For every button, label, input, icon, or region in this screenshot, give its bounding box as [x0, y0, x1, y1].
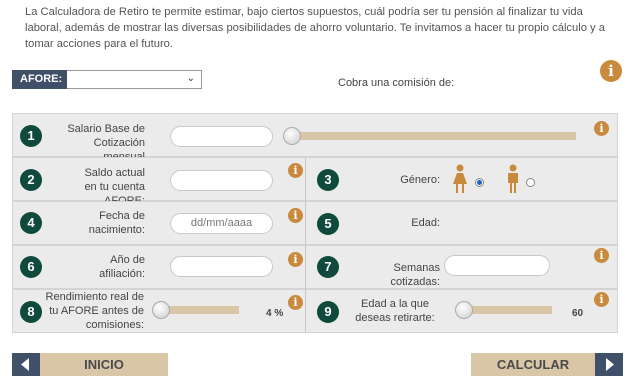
return-rate-label: Rendimiento real de tu AFORE antes de comi… — [45, 291, 144, 331]
retirement-age-slider-track[interactable] — [460, 306, 552, 314]
arrow-right-icon — [595, 353, 623, 376]
salary-slider-track[interactable] — [288, 132, 576, 140]
retirement-age-value: 60 — [572, 308, 584, 319]
affiliation-year-label: Año de afiliación: — [99, 254, 145, 280]
afore-select-row: AFORE: ⌄ — [12, 70, 202, 89]
info-icon[interactable]: i — [594, 121, 609, 136]
male-icon[interactable] — [505, 164, 521, 194]
info-icon[interactable]: i — [288, 252, 303, 267]
arrow-left-icon — [12, 353, 40, 376]
info-icon[interactable]: i — [600, 60, 622, 82]
info-icon[interactable]: i — [288, 295, 303, 310]
weeks-input[interactable] — [444, 255, 550, 276]
retirement-age-label: Edad a la que deseas retirarte: — [355, 298, 435, 324]
birthdate-label: Fecha de nacimiento: — [88, 210, 145, 236]
column-divider — [305, 157, 306, 333]
gender-male-radio[interactable] — [526, 178, 535, 187]
age-label: Edad: — [411, 217, 440, 229]
affiliation-year-input[interactable] — [170, 256, 273, 277]
step-number-8: 8 — [20, 301, 42, 323]
step-number-1: 1 — [20, 125, 42, 147]
info-icon[interactable]: i — [288, 208, 303, 223]
afore-dropdown[interactable]: ⌄ — [67, 70, 202, 89]
calcular-button[interactable]: CALCULAR — [471, 353, 623, 376]
salary-input[interactable] — [170, 126, 273, 147]
return-rate-slider-handle[interactable] — [152, 301, 170, 319]
salary-slider-handle[interactable] — [283, 127, 301, 145]
balance-input[interactable] — [170, 170, 273, 191]
gender-female-radio[interactable] — [475, 178, 484, 187]
step-number-4: 4 — [20, 212, 42, 234]
weeks-label: Semanas cotizadas: — [390, 262, 440, 288]
step-number-5: 5 — [317, 213, 339, 235]
step-number-6: 6 — [20, 256, 42, 278]
retirement-age-slider-handle[interactable] — [455, 301, 473, 319]
return-rate-value: 4 % — [266, 308, 284, 319]
female-icon[interactable] — [452, 164, 468, 194]
info-icon[interactable]: i — [594, 248, 609, 263]
calcular-button-label: CALCULAR — [471, 353, 595, 376]
intro-text: La Calculadora de Retiro te permite esti… — [25, 6, 605, 50]
inicio-button-label: INICIO — [40, 353, 168, 376]
retirement-calculator: La Calculadora de Retiro te permite esti… — [0, 0, 628, 388]
step-number-9: 9 — [317, 301, 339, 323]
commission-label: Cobra una comisión de: — [338, 77, 455, 89]
step-number-3: 3 — [317, 169, 339, 191]
info-icon[interactable]: i — [594, 292, 609, 307]
step-number-2: 2 — [20, 169, 42, 191]
info-icon[interactable]: i — [288, 163, 303, 178]
step-number-7: 7 — [317, 256, 339, 278]
afore-label: AFORE: — [12, 70, 67, 89]
gender-label: Género: — [400, 174, 440, 186]
birthdate-input[interactable]: dd/mm/aaaa — [170, 213, 273, 234]
inicio-button[interactable]: INICIO — [12, 353, 168, 376]
chevron-down-icon: ⌄ — [186, 73, 195, 84]
